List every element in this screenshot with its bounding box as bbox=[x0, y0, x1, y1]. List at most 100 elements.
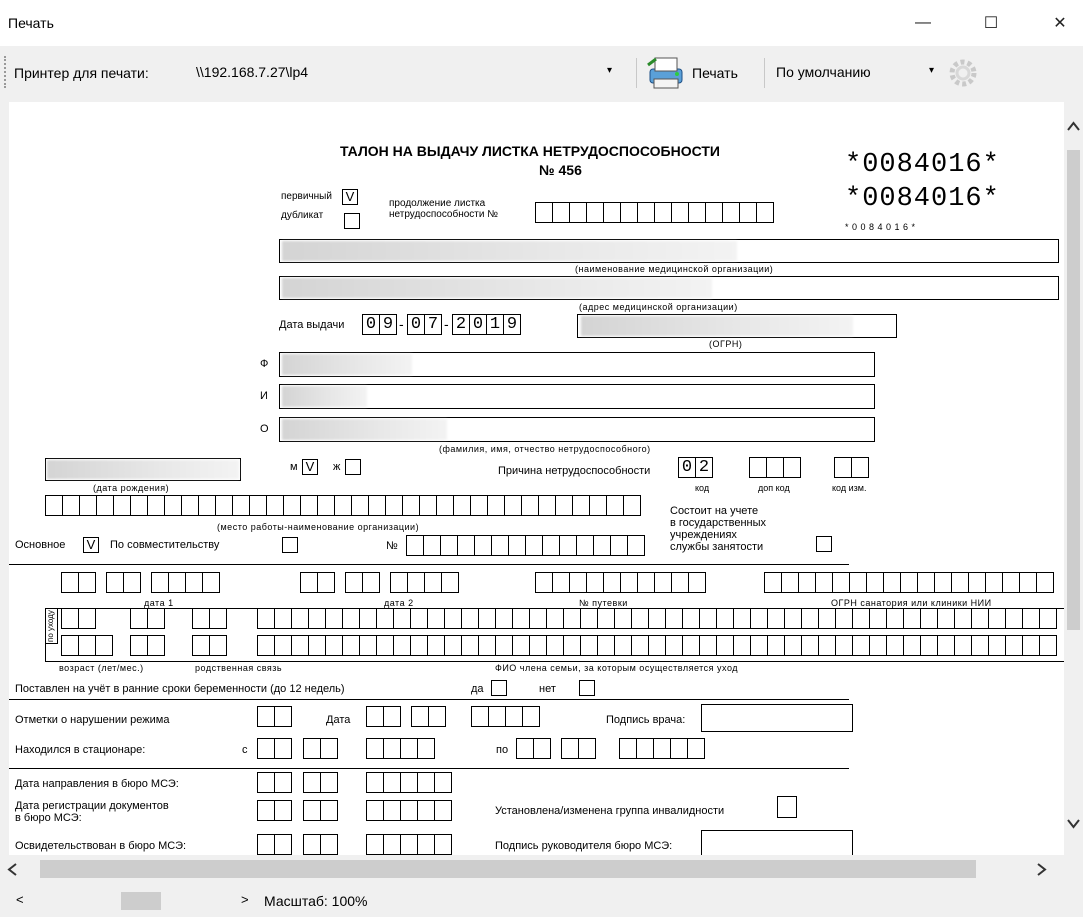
care-age-cells bbox=[61, 608, 96, 629]
barcode-2: *0084016* bbox=[845, 184, 1000, 214]
date-digit: 0 bbox=[362, 314, 380, 335]
maximize-button[interactable]: ☐ bbox=[968, 0, 1014, 46]
primary-label: первичный bbox=[281, 191, 332, 202]
page-prev-button[interactable]: < bbox=[16, 892, 24, 907]
chevron-left-icon[interactable] bbox=[6, 862, 18, 877]
date2-cells bbox=[345, 572, 380, 593]
hospital-from-cells bbox=[366, 738, 435, 759]
page-next-button[interactable]: > bbox=[241, 892, 249, 907]
age-caption: возраст (лет/мес.) bbox=[59, 663, 144, 673]
barcode-caption: * 0 0 8 4 0 1 6 * bbox=[845, 222, 916, 232]
gear-icon[interactable] bbox=[944, 54, 982, 92]
hospital-from-cells bbox=[257, 738, 292, 759]
printer-value: \\192.168.7.27\lp4 bbox=[196, 64, 309, 80]
redacted-birthdate bbox=[47, 460, 239, 479]
pregnancy-no-checkbox[interactable] bbox=[579, 680, 595, 696]
mse-examined-cells bbox=[257, 834, 292, 855]
main-job-checkbox[interactable]: V bbox=[83, 537, 99, 553]
org-name-caption: (наименование медицинской организации) bbox=[575, 264, 774, 274]
add-code-caption: доп код bbox=[758, 483, 790, 493]
workplace-cells bbox=[45, 495, 641, 516]
patronymic-letter: О bbox=[260, 423, 269, 435]
doctor-sign-label: Подпись врача: bbox=[606, 714, 686, 726]
horizontal-scrollbar[interactable] bbox=[0, 856, 1064, 884]
page-scroll-thumb[interactable] bbox=[121, 892, 161, 910]
printer-icon bbox=[647, 57, 683, 89]
hospital-to-cells bbox=[619, 738, 705, 759]
section-divider bbox=[9, 564, 849, 565]
change-code-caption: код изм. bbox=[832, 483, 867, 493]
continuation-label-2: нетрудоспособности № bbox=[389, 209, 498, 220]
name-field bbox=[279, 384, 875, 409]
no-label: нет bbox=[539, 683, 556, 695]
employment-checkbox[interactable] bbox=[816, 536, 832, 552]
violation-label: Отметки о нарушении режима bbox=[15, 714, 170, 726]
female-checkbox[interactable] bbox=[345, 459, 361, 475]
chevron-down-icon[interactable] bbox=[1066, 818, 1081, 830]
chevron-right-icon[interactable] bbox=[1036, 862, 1048, 877]
date-digit: 1 bbox=[486, 314, 504, 335]
vertical-scroll-thumb[interactable] bbox=[1067, 150, 1080, 630]
male-checkbox[interactable]: V bbox=[302, 459, 318, 475]
care-cells bbox=[130, 608, 165, 629]
document-preview[interactable]: ТАЛОН НА ВЫДАЧУ ЛИСТКА НЕТРУДОСПОСОБНОСТ… bbox=[9, 102, 1064, 855]
male-label: м bbox=[290, 461, 298, 473]
continuation-number-cells bbox=[535, 202, 774, 223]
chevron-up-icon[interactable] bbox=[1066, 120, 1081, 132]
toolbar-grip[interactable] bbox=[4, 56, 7, 88]
family-member-cells bbox=[257, 608, 1057, 629]
date1-cells bbox=[106, 572, 141, 593]
duplicate-label: дубликат bbox=[281, 210, 324, 221]
print-button[interactable]: Печать bbox=[644, 54, 756, 92]
redacted-org-address bbox=[282, 278, 712, 298]
chevron-down-icon: ▾ bbox=[928, 65, 934, 76]
org-address-caption: (адрес медицинской организации) bbox=[579, 302, 738, 312]
close-button[interactable]: ✕ bbox=[1037, 0, 1083, 46]
print-window: Печать — ☐ ✕ Принтер для печати: \\192.1… bbox=[0, 0, 1083, 917]
primary-checkbox[interactable]: V bbox=[342, 189, 358, 205]
mse-examined-cells bbox=[366, 834, 452, 855]
minimize-button[interactable]: — bbox=[900, 0, 946, 46]
print-button-label: Печать bbox=[692, 65, 738, 81]
form-title: ТАЛОН НА ВЫДАЧУ ЛИСТКА НЕТРУДОСПОСОБНОСТ… bbox=[340, 143, 720, 159]
ogrn-caption: (ОГРН) bbox=[709, 339, 743, 349]
date1-cells bbox=[61, 572, 96, 593]
issue-date-label: Дата выдачи bbox=[279, 319, 345, 331]
violation-date-cells bbox=[366, 706, 401, 727]
pregnancy-yes-checkbox[interactable] bbox=[491, 680, 507, 696]
sanatorium-ogrn-cells bbox=[764, 572, 1054, 593]
family-member-cells bbox=[257, 635, 1057, 656]
date-digit: 9 bbox=[379, 314, 397, 335]
status-bar: < > Масштаб: 100% bbox=[0, 884, 1083, 917]
sick-leave-form: ТАЛОН НА ВЫДАЧУ ЛИСТКА НЕТРУДОСПОСОБНОСТ… bbox=[9, 102, 1064, 855]
print-mode-value: По умолчанию bbox=[776, 64, 871, 80]
window-title: Печать bbox=[8, 15, 54, 31]
date-digit: 7 bbox=[424, 314, 442, 335]
disability-group-field bbox=[777, 796, 797, 818]
date-digit: 2 bbox=[452, 314, 470, 335]
surname-letter: Ф bbox=[260, 358, 269, 370]
mse-direction-cells bbox=[303, 772, 338, 793]
issue-date-cells: 09 bbox=[362, 314, 397, 335]
from-label: с bbox=[242, 744, 248, 756]
doctor-sign-field bbox=[701, 704, 853, 732]
parttime-checkbox[interactable] bbox=[282, 537, 298, 553]
family-caption: ФИО члена семьи, за которым осуществляет… bbox=[495, 663, 739, 673]
date2-cells bbox=[390, 572, 459, 593]
issue-date-cells: 2019 bbox=[452, 314, 521, 335]
duplicate-checkbox[interactable] bbox=[344, 213, 360, 229]
printer-select[interactable]: \\192.168.7.27\lp4 ▾ bbox=[192, 60, 622, 86]
to-label: по bbox=[496, 744, 509, 756]
vertical-scrollbar[interactable] bbox=[1064, 102, 1083, 855]
page-scroller[interactable]: < > bbox=[16, 892, 256, 910]
mse-registration-label-1: Дата регистрации документов bbox=[15, 800, 169, 812]
mse-examined-label: Освидетельствован в бюро МСЭ: bbox=[15, 840, 187, 852]
main-job-label: Основное bbox=[15, 539, 66, 551]
violation-date-cells bbox=[411, 706, 446, 727]
horizontal-scroll-thumb[interactable] bbox=[40, 860, 976, 878]
print-mode-select[interactable]: По умолчанию ▾ bbox=[772, 60, 942, 86]
employment-label-2: в государственных bbox=[670, 517, 767, 529]
mse-registration-cells bbox=[366, 800, 452, 821]
hospital-to-cells bbox=[561, 738, 596, 759]
care-age-cells bbox=[61, 635, 113, 656]
